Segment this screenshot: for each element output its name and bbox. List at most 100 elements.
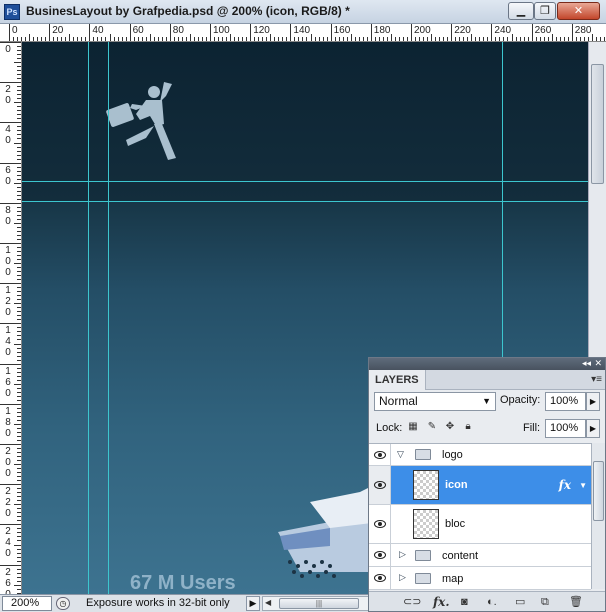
scrollbar-thumb[interactable]: |||	[279, 598, 359, 609]
tab-layers[interactable]: LAYERS	[369, 370, 426, 390]
guide-vertical[interactable]	[88, 42, 89, 594]
ruler-minor-tick	[17, 118, 21, 120]
add-mask-icon[interactable]: ◙	[461, 595, 468, 609]
ruler-minor-tick	[17, 178, 21, 180]
ruler-minor-tick	[17, 407, 21, 409]
expand-triangle-icon[interactable]: ▷	[399, 572, 406, 583]
fill-slider-button[interactable]: ▶	[586, 419, 600, 438]
ruler-label: 240	[5, 526, 11, 560]
trash-icon[interactable]: 🗑︎	[569, 595, 583, 609]
guide-horizontal[interactable]	[22, 201, 588, 202]
opacity-label: Opacity:	[500, 394, 541, 406]
ruler-minor-tick	[17, 399, 21, 401]
minimize-button[interactable]: ▁	[508, 2, 534, 20]
ruler-minor-tick	[17, 238, 21, 240]
ruler-minor-tick	[37, 37, 39, 41]
ruler-minor-tick	[17, 106, 21, 108]
ruler-minor-tick	[398, 37, 400, 41]
layer-row-bloc[interactable]: bloc	[369, 505, 591, 544]
ruler-minor-tick	[591, 34, 593, 41]
visibility-toggle[interactable]	[369, 466, 391, 504]
ruler-minor-tick	[17, 472, 21, 474]
ruler-label: 40	[92, 25, 104, 36]
expand-triangle-icon[interactable]: ▽	[397, 449, 404, 460]
ruler-minor-tick	[511, 34, 513, 41]
horizontal-ruler[interactable]: 0 20 40 60 80 100 120 140 160 180 200 220 240 260 280	[0, 24, 606, 42]
ruler-label: 20	[5, 84, 11, 107]
ruler-minor-tick	[17, 315, 21, 317]
blend-mode-select[interactable]: Normal ▼	[374, 392, 496, 411]
expand-triangle-icon[interactable]: ▷	[399, 549, 406, 560]
new-group-icon[interactable]: ▭	[515, 595, 525, 609]
layer-name: map	[442, 573, 464, 585]
ruler-minor-tick	[17, 247, 21, 249]
add-layer-style-icon[interactable]: fx.	[433, 595, 450, 609]
ruler-minor-tick	[73, 37, 75, 41]
scrollbar-thumb[interactable]	[591, 64, 604, 184]
guide-horizontal[interactable]	[22, 181, 588, 182]
lock-all-icon[interactable]: 🔒︎	[462, 420, 474, 433]
adjustment-layer-icon[interactable]: ◐.	[487, 595, 497, 609]
ruler-minor-tick	[17, 347, 21, 349]
zoom-level-field[interactable]: 200%	[2, 596, 52, 611]
link-layers-icon[interactable]: ⊂⊃	[403, 595, 421, 609]
ruler-minor-tick	[17, 576, 21, 578]
collapse-icon[interactable]: ◂◂	[582, 358, 591, 369]
ruler-minor-tick	[17, 94, 21, 96]
chevron-down-icon: ▼	[482, 396, 491, 406]
status-menu-arrow[interactable]: ▶	[246, 596, 260, 611]
scroll-left-icon[interactable]: ◀	[265, 598, 271, 607]
ruler-minor-tick	[475, 37, 477, 41]
visibility-toggle[interactable]	[369, 567, 391, 589]
fill-field[interactable]: 100%	[545, 419, 586, 438]
map-artwork	[278, 482, 380, 578]
new-layer-icon[interactable]: ⧉	[541, 595, 549, 609]
vertical-ruler[interactable]: 0 20 40 60 80 100 120 140 160 180 200 220 240 260	[0, 42, 22, 594]
layer-row-logo[interactable]: ▽ logo	[369, 444, 591, 466]
scrollbar-thumb[interactable]	[593, 461, 604, 521]
ruler-tick	[491, 24, 493, 41]
ruler-minor-tick	[17, 271, 21, 273]
layer-effects-icon[interactable]: fx	[559, 478, 571, 492]
close-panel-icon[interactable]: ✕	[594, 358, 602, 369]
visibility-toggle[interactable]	[369, 505, 391, 543]
opacity-slider-button[interactable]: ▶	[586, 392, 600, 411]
lock-position-icon[interactable]: ✥	[444, 420, 456, 433]
ruler-minor-tick	[17, 214, 21, 216]
ruler-minor-tick	[338, 37, 340, 41]
lock-image-pixels-icon[interactable]: ✎	[426, 420, 438, 433]
visibility-toggle[interactable]	[369, 544, 391, 566]
ruler-label: 0	[12, 25, 18, 36]
layer-row-icon[interactable]: icon fx ▼	[369, 466, 591, 505]
layer-row-content[interactable]: ▷ content	[369, 544, 591, 567]
ruler-label: 260	[5, 566, 11, 594]
ruler-minor-tick	[105, 37, 107, 41]
visibility-toggle[interactable]	[369, 444, 391, 465]
ruler-tick	[210, 24, 211, 41]
ruler-label: 140	[5, 325, 11, 359]
ruler-minor-tick	[519, 37, 521, 41]
close-button[interactable]: ✕	[557, 2, 600, 20]
layer-row-map[interactable]: ▷ map	[369, 567, 591, 590]
ruler-minor-tick	[93, 37, 95, 41]
status-info-icon[interactable]: ◷	[56, 597, 70, 610]
ruler-minor-tick	[14, 102, 21, 104]
panel-menu-icon[interactable]: ▾≡	[591, 374, 602, 385]
maximize-button[interactable]: ❐	[534, 2, 556, 20]
ruler-minor-tick	[358, 37, 360, 41]
canvas-horizontal-scrollbar[interactable]: ◀ |||	[262, 596, 370, 611]
ruler-minor-tick	[17, 275, 21, 277]
opacity-field[interactable]: 100%	[545, 392, 586, 411]
ruler-minor-tick	[121, 37, 123, 41]
layers-scrollbar[interactable]	[591, 443, 605, 589]
lock-transparency-icon[interactable]: ▦	[407, 420, 419, 433]
ruler-minor-tick	[479, 37, 481, 41]
guide-vertical[interactable]	[108, 42, 109, 594]
chevron-down-icon[interactable]: ▼	[579, 481, 587, 490]
ruler-minor-tick	[226, 37, 228, 41]
ruler-minor-tick	[17, 395, 21, 397]
ruler-minor-tick	[181, 37, 183, 41]
ruler-tick	[0, 202, 21, 204]
ruler-minor-tick	[45, 37, 47, 41]
ruler-minor-tick	[17, 496, 21, 498]
